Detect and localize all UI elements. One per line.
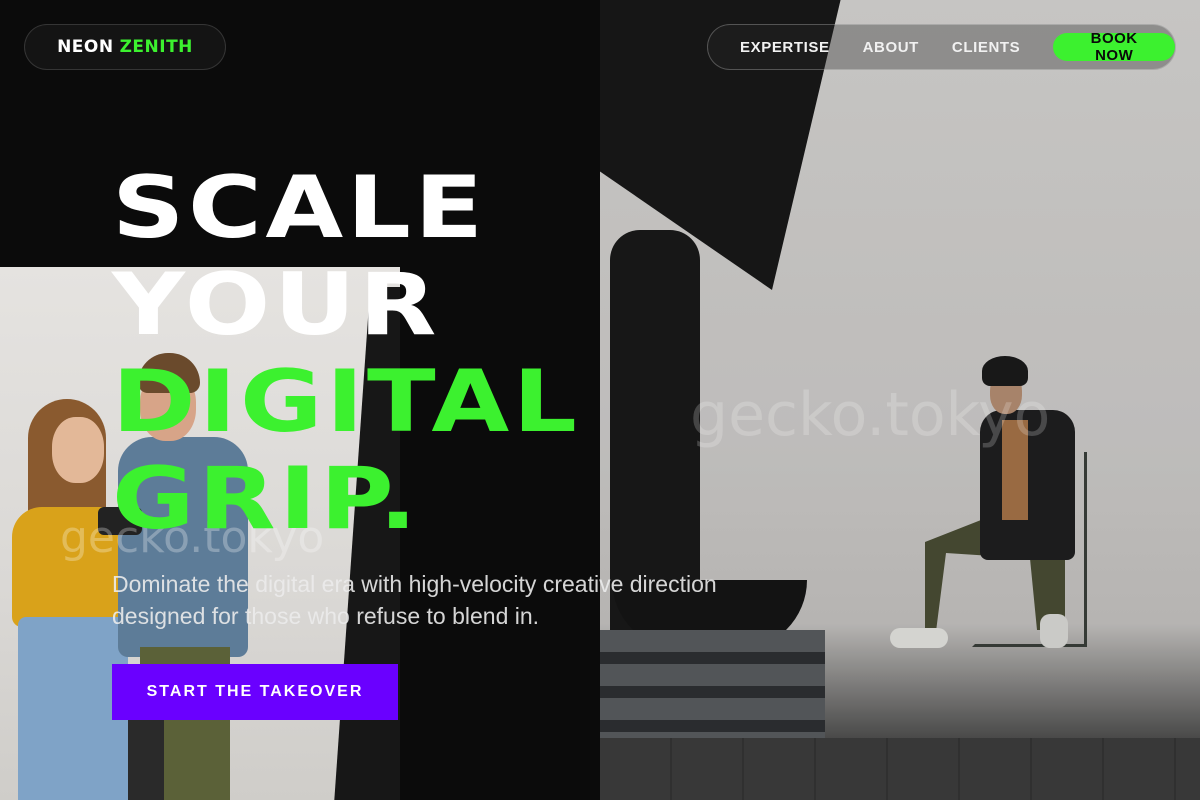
brand-name-part1: NEON [57, 37, 114, 57]
main-nav: EXPERTISE ABOUT CLIENTS BOOK NOW [707, 24, 1176, 70]
nav-link-clients[interactable]: CLIENTS [952, 39, 1020, 56]
brand-logo[interactable]: NEON ZENITH [24, 24, 226, 70]
book-now-button[interactable]: BOOK NOW [1053, 30, 1175, 64]
equipment-case [128, 719, 164, 800]
woman-face [52, 417, 104, 483]
hero-headline: SCALE YOUR DIGITAL GRIP. [112, 160, 767, 548]
start-takeover-button[interactable]: START THE TAKEOVER [112, 664, 398, 720]
hero-line-3: DIGITAL [112, 352, 581, 452]
brand-name-part2: ZENITH [119, 37, 193, 57]
hero-line-1: SCALE [112, 158, 487, 258]
hero-line-2: YOUR [112, 255, 441, 355]
hero-subtitle: Dominate the digital era with high-veloc… [112, 571, 717, 629]
hero-line-4: GRIP. [112, 449, 421, 549]
nav-link-expertise[interactable]: EXPERTISE [740, 39, 830, 56]
nav-link-about[interactable]: ABOUT [863, 39, 919, 56]
